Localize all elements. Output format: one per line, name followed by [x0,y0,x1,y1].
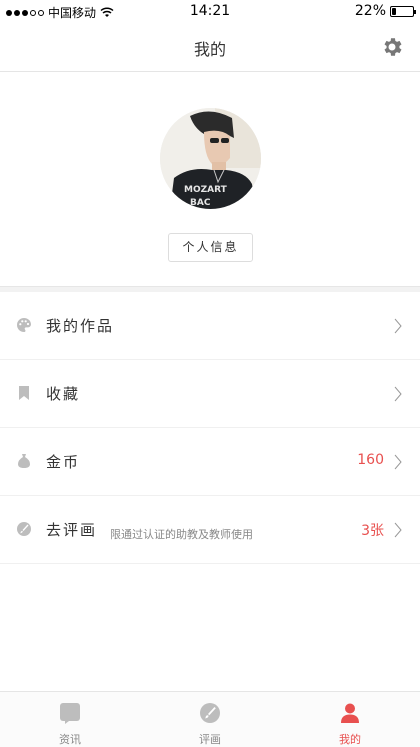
svg-text:BAC: BAC [190,198,211,208]
tab-label: 我的 [339,733,361,746]
nav-bar: 我的 [0,22,420,72]
user-icon [341,703,359,723]
status-bar: 中国移动 14:21 22% [0,0,420,22]
brush-circle-icon [17,522,31,536]
news-icon [60,703,80,724]
review-count: 3张 [361,523,384,539]
status-right: 22% [354,3,416,19]
menu-list: 我的作品 收藏 金币 160 去评画 限通过认证的助教及教师使用 3张 [0,292,420,564]
profile-info-button[interactable]: 个人信息 [168,233,253,262]
profile-section: MOZART BAC 个人信息 [0,72,420,286]
tab-news[interactable]: 资讯 [0,692,140,747]
tab-label: 资讯 [59,733,81,746]
menu-item-label: 金币 [46,453,81,471]
chevron-right-icon [394,522,402,538]
menu-item-coins[interactable]: 金币 160 [0,428,420,496]
menu-item-label: 收藏 [46,385,81,403]
coin-bag-icon [18,454,30,468]
menu-item-subtitle: 限通过认证的助教及教师使用 [110,528,253,541]
palette-icon [17,318,31,332]
coin-count: 160 [357,452,384,468]
page-title: 我的 [193,40,226,59]
battery-icon [390,5,416,17]
avatar[interactable]: MOZART BAC [160,108,261,209]
menu-item-label: 我的作品 [46,317,115,335]
avatar-photo: MOZART BAC [160,108,261,209]
bookmark-icon [19,386,29,400]
menu-item-label: 去评画 [46,521,98,539]
menu-item-review[interactable]: 去评画 限通过认证的助教及教师使用 3张 [0,496,420,564]
gear-icon[interactable] [380,35,404,59]
chevron-right-icon [394,454,402,470]
svg-text:MOZART: MOZART [184,185,228,195]
chevron-right-icon [394,386,402,402]
menu-item-my-works[interactable]: 我的作品 [0,292,420,360]
tab-review[interactable]: 评画 [140,692,280,747]
battery-percent: 22% [354,3,386,19]
review-icon [200,703,220,723]
tab-label: 评画 [199,733,221,746]
chevron-right-icon [394,318,402,334]
tab-bar: 资讯 评画 我的 [0,691,420,747]
menu-item-favorites[interactable]: 收藏 [0,360,420,428]
battery-level-fill [392,7,397,15]
tab-mine[interactable]: 我的 [280,692,420,747]
